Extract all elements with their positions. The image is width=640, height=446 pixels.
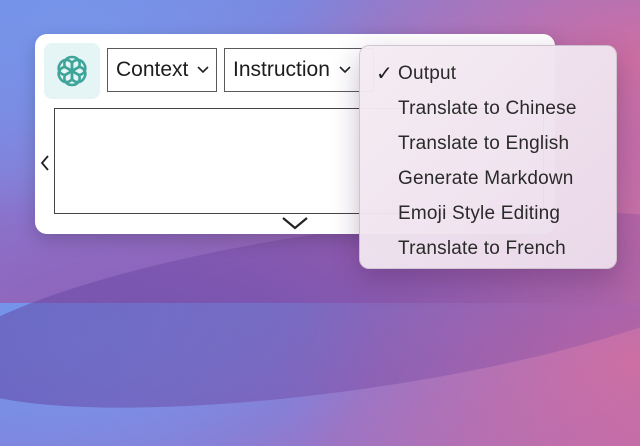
menu-item-translate-english[interactable]: Translate to English [360,126,616,161]
menu-item-label: Generate Markdown [398,167,574,189]
menu-item-label: Emoji Style Editing [398,202,561,224]
instruction-dropdown[interactable]: Instruction [224,48,374,92]
context-dropdown-label: Context [116,58,189,81]
menu-item-generate-markdown[interactable]: Generate Markdown [360,161,616,196]
menu-item-label: Translate to English [398,132,570,154]
menu-item-label: Translate to French [398,237,566,259]
checkmark-icon: ✓ [376,63,393,85]
chevron-down-icon [339,66,351,74]
menu-item-output[interactable]: ✓ Output [360,56,616,91]
menu-item-translate-french[interactable]: Translate to French [360,231,616,266]
menu-item-label: Output [398,62,457,84]
chevron-left-icon[interactable] [39,154,51,172]
menu-item-emoji-style[interactable]: Emoji Style Editing [360,196,616,231]
openai-logo-icon [44,43,100,99]
chevron-down-icon [197,66,209,74]
menu-item-label: Translate to Chinese [398,97,577,119]
menu-item-translate-chinese[interactable]: Translate to Chinese [360,91,616,126]
chevron-down-icon[interactable] [281,215,309,231]
instruction-menu: ✓ Output Translate to Chinese Translate … [359,45,617,269]
instruction-dropdown-label: Instruction [233,58,330,81]
context-dropdown[interactable]: Context [107,48,217,92]
